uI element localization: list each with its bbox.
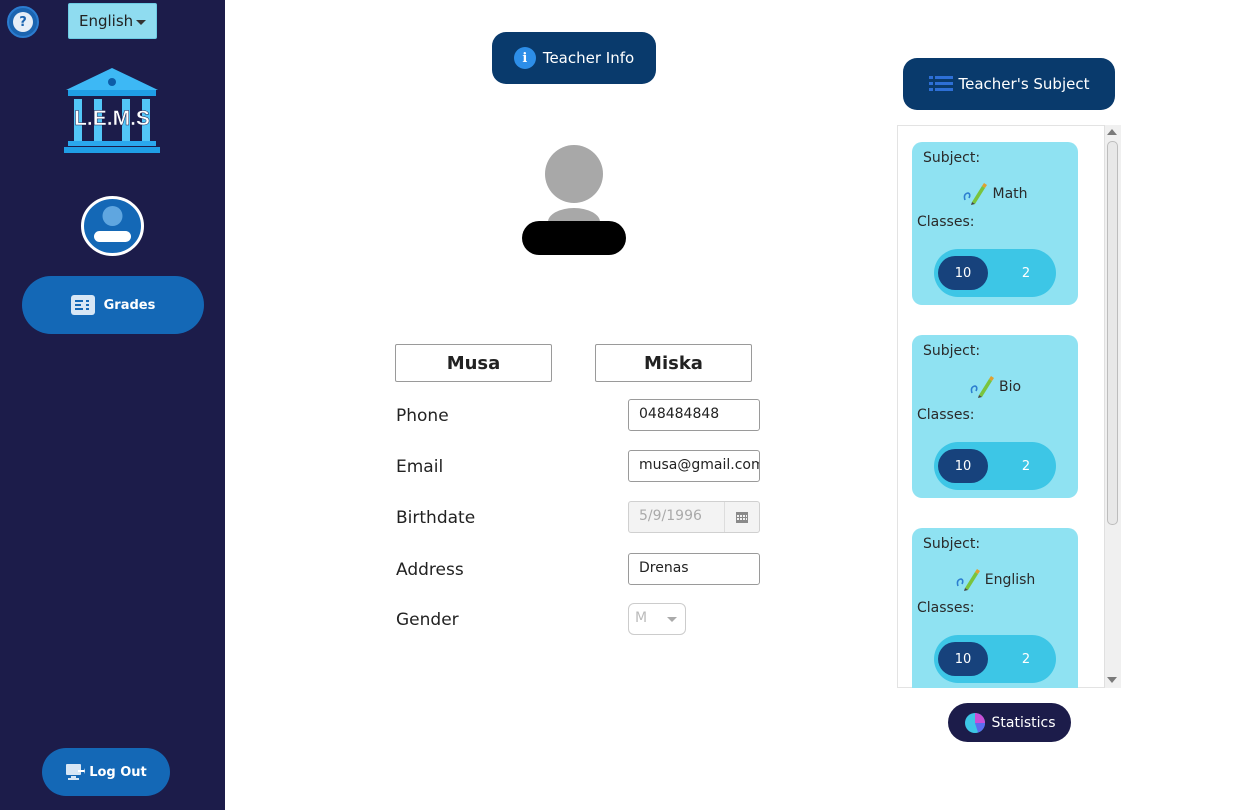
class-toggle: 10 2 xyxy=(934,635,1056,683)
list-icon xyxy=(70,295,95,315)
birthdate-picker[interactable]: 5/9/1996 xyxy=(628,501,760,533)
subject-name: Bio xyxy=(998,379,1022,395)
last-name-field[interactable]: Miska xyxy=(595,344,752,382)
chevron-down-icon xyxy=(136,20,146,25)
scroll-up-arrow-icon[interactable] xyxy=(1107,129,1117,135)
language-select[interactable]: English xyxy=(68,3,157,39)
birthdate-value: 5/9/1996 xyxy=(639,508,702,524)
phone-input[interactable]: 048484848 xyxy=(628,399,760,431)
user-avatar-icon[interactable] xyxy=(81,196,144,256)
subject-card: Subject: Bio Classes: 10 2 xyxy=(912,335,1078,498)
class-option[interactable]: 2 xyxy=(1006,256,1046,290)
teacher-info-label: Teacher Info xyxy=(542,49,635,67)
teacher-info-button[interactable]: i Teacher Info xyxy=(492,32,656,84)
logout-button[interactable]: Log Out xyxy=(42,748,170,796)
phone-label: Phone xyxy=(396,406,449,426)
logo-text: L.E.M.S xyxy=(74,107,150,130)
gender-label: Gender xyxy=(396,610,459,630)
list-icon xyxy=(928,76,953,91)
class-option-selected[interactable]: 10 xyxy=(938,256,988,290)
teachers-subject-button[interactable]: Teacher's Subject xyxy=(903,58,1115,110)
scroll-down-arrow-icon[interactable] xyxy=(1107,677,1117,683)
address-input[interactable]: Drenas xyxy=(628,553,760,585)
classes-label: Classes: xyxy=(917,407,975,423)
subject-card: Subject: Math Classes: 10 2 xyxy=(912,142,1078,305)
help-button[interactable]: ? xyxy=(7,6,39,38)
classes-label: Classes: xyxy=(917,600,975,616)
calendar-icon[interactable] xyxy=(724,502,759,532)
class-option-selected[interactable]: 10 xyxy=(938,642,988,676)
email-label: Email xyxy=(396,457,444,477)
subject-row: Math xyxy=(912,182,1078,206)
subject-row: Bio xyxy=(912,375,1078,399)
statistics-button[interactable]: Statistics xyxy=(948,703,1071,742)
profile-picture-icon[interactable] xyxy=(520,144,628,258)
gender-value: M xyxy=(635,610,648,626)
grades-label: Grades xyxy=(103,297,156,313)
email-input[interactable]: musa@gmail.com xyxy=(628,450,760,482)
logout-label: Log Out xyxy=(89,764,147,780)
subject-name: Math xyxy=(992,186,1028,202)
pen-icon xyxy=(964,183,988,205)
class-option-selected[interactable]: 10 xyxy=(938,449,988,483)
address-label: Address xyxy=(396,560,464,580)
subject-label: Subject: xyxy=(923,150,981,166)
first-name-field[interactable]: Musa xyxy=(395,344,552,382)
lems-logo: L.E.M.S xyxy=(64,68,160,153)
language-value: English xyxy=(79,12,134,30)
classes-label: Classes: xyxy=(917,214,975,230)
teachers-subject-label: Teacher's Subject xyxy=(958,75,1090,93)
birthdate-label: Birthdate xyxy=(396,508,476,528)
class-toggle: 10 2 xyxy=(934,249,1056,297)
gender-select[interactable]: M xyxy=(628,603,686,635)
pie-chart-icon xyxy=(964,712,985,733)
class-toggle: 10 2 xyxy=(934,442,1056,490)
info-icon: i xyxy=(513,47,536,69)
statistics-label: Statistics xyxy=(991,714,1056,731)
chevron-down-icon xyxy=(667,617,677,622)
subject-row: English xyxy=(912,568,1078,592)
pen-icon xyxy=(956,569,980,591)
subject-name: English xyxy=(984,572,1036,588)
class-option[interactable]: 2 xyxy=(1006,642,1046,676)
question-icon: ? xyxy=(13,12,33,32)
pen-icon xyxy=(970,376,994,398)
grades-button[interactable]: Grades xyxy=(22,276,204,334)
logout-icon xyxy=(66,764,86,780)
class-option[interactable]: 2 xyxy=(1006,449,1046,483)
scrollbar-thumb[interactable] xyxy=(1107,141,1118,525)
subject-card: Subject: English Classes: 10 2 xyxy=(912,528,1078,688)
subject-label: Subject: xyxy=(923,343,981,359)
subject-label: Subject: xyxy=(923,536,981,552)
